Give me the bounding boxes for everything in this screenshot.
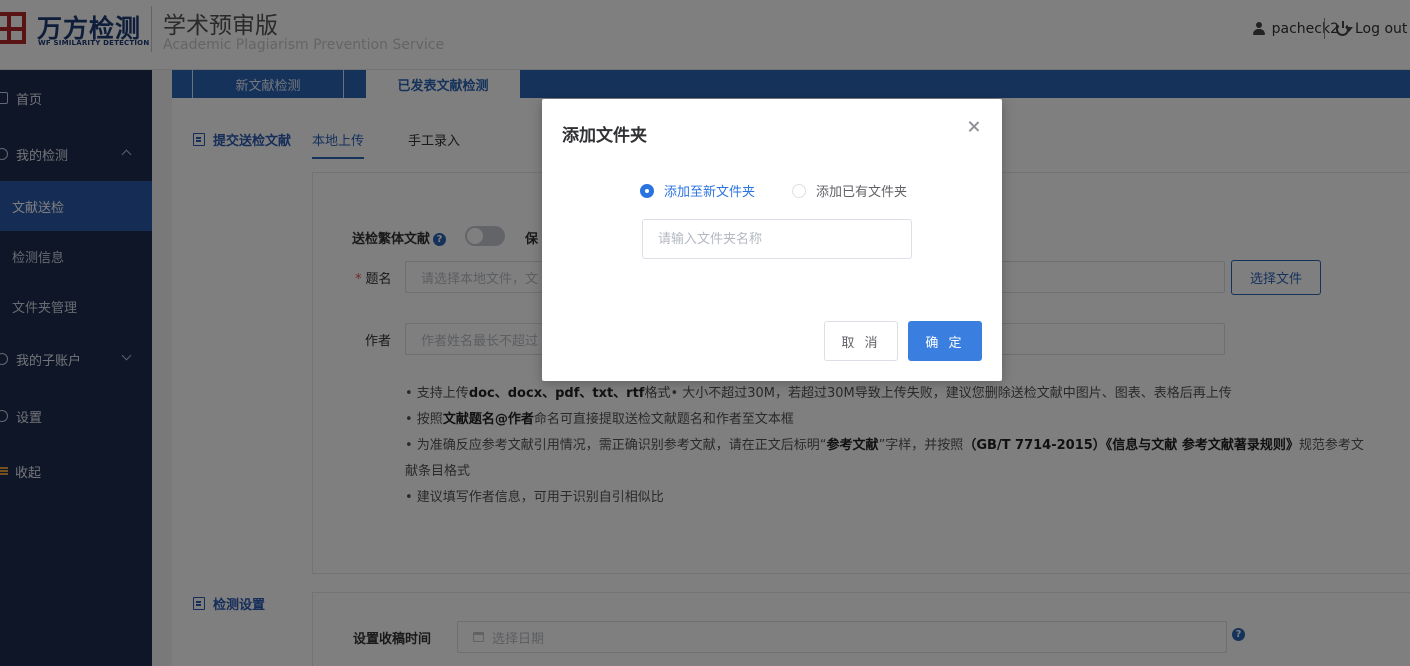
radio-checked-icon: [640, 183, 654, 198]
close-icon[interactable]: [967, 120, 981, 134]
radio-existing-folder[interactable]: 添加已有文件夹: [792, 181, 907, 200]
folder-name-input[interactable]: [642, 219, 912, 259]
radio-unchecked-icon: [792, 183, 806, 198]
dialog-title: 添加文件夹: [562, 126, 647, 146]
add-folder-dialog: 添加文件夹 添加至新文件夹 添加已有文件夹 取 消 确 定: [542, 99, 1002, 381]
radio-new-folder[interactable]: 添加至新文件夹: [640, 181, 755, 200]
confirm-button[interactable]: 确 定: [908, 321, 982, 361]
radio-label: 添加已有文件夹: [816, 185, 908, 200]
cancel-button[interactable]: 取 消: [824, 321, 898, 361]
radio-label: 添加至新文件夹: [664, 185, 756, 200]
